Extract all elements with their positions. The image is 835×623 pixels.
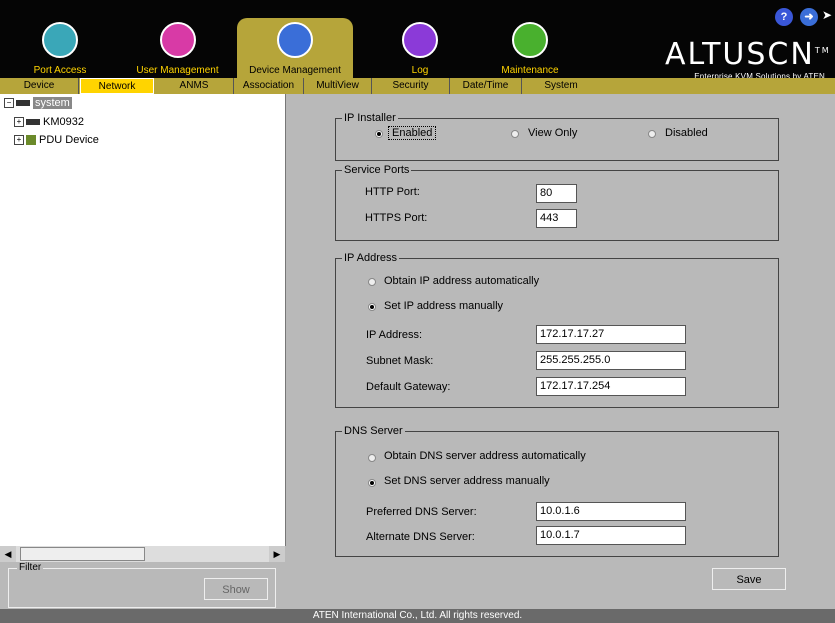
tree-scrollbar[interactable]: ◀ ▶ (0, 546, 285, 562)
save-button[interactable]: Save (712, 568, 786, 590)
ip-auto-radio[interactable] (368, 278, 376, 286)
ip-installer-view-only-label[interactable]: View Only (528, 127, 577, 139)
default-gateway-input[interactable]: 172.17.17.254 (536, 377, 686, 396)
wrench-icon (512, 22, 548, 58)
module-label: Log (411, 65, 429, 76)
help-icon[interactable]: ? (775, 8, 793, 26)
preferred-dns-label: Preferred DNS Server: (366, 506, 477, 518)
alternate-dns-input[interactable]: 10.0.1.7 (536, 526, 686, 545)
brand-logo: ALTUSCNTM Enterprise KVM Solutions by AT… (665, 36, 829, 82)
show-button[interactable]: Show (204, 578, 268, 600)
ip-address-input[interactable]: 172.17.17.27 (536, 325, 686, 344)
module-maintenance[interactable]: Maintenance (485, 0, 575, 78)
ip-auto-label[interactable]: Obtain IP address automatically (384, 275, 539, 287)
service-ports-legend: Service Ports (342, 164, 412, 176)
tab-multiview[interactable]: MultiView (304, 78, 372, 94)
module-label: Maintenance (501, 65, 559, 76)
pdu-icon (26, 135, 36, 146)
dns-server-legend: DNS Server (342, 425, 405, 437)
tab-security[interactable]: Security (372, 78, 450, 94)
module-port-access[interactable]: Port Access (20, 0, 100, 78)
https-port-label: HTTPS Port: (365, 212, 428, 224)
default-gateway-label: Default Gateway: (366, 381, 451, 393)
preferred-dns-input[interactable]: 10.0.1.6 (536, 502, 686, 521)
tab-bar: Device Network ANMS Association MultiVie… (0, 78, 835, 94)
module-label: Port Access (33, 65, 87, 76)
scroll-left-icon[interactable]: ◀ (0, 546, 16, 562)
module-log[interactable]: Log (380, 0, 460, 78)
monitor-hand-icon (42, 22, 78, 58)
ip-installer-view-only-radio[interactable] (511, 130, 519, 138)
footer-copyright: ATEN International Co., Ltd. All rights … (0, 609, 835, 623)
ip-manual-radio[interactable] (368, 303, 376, 311)
http-port-input[interactable]: 80 (536, 184, 577, 203)
ip-installer-enabled-radio[interactable] (375, 130, 383, 138)
scroll-thumb[interactable] (20, 547, 145, 561)
ip-address-legend: IP Address (342, 252, 399, 264)
tree-node-pdu-device[interactable]: + PDU Device (14, 134, 99, 146)
subnet-mask-input[interactable]: 255.255.255.0 (536, 351, 686, 370)
tree-node-system[interactable]: − system (4, 97, 72, 109)
dns-auto-label[interactable]: Obtain DNS server address automatically (384, 450, 586, 462)
module-device-management[interactable]: Device Management (237, 18, 353, 78)
device-gear-icon (277, 22, 313, 58)
cursor-icon: ➤ (822, 8, 833, 22)
tab-device[interactable]: Device (0, 78, 79, 94)
https-port-input[interactable]: 443 (536, 209, 577, 228)
ip-manual-label[interactable]: Set IP address manually (384, 300, 503, 312)
kvm-icon (16, 100, 30, 107)
logout-icon[interactable]: ➜ (800, 8, 818, 26)
ip-installer-disabled-radio[interactable] (648, 130, 656, 138)
device-tree: − system + KM0932 + PDU Device (0, 94, 286, 546)
tab-system[interactable]: System (522, 78, 600, 94)
service-ports-group: Service Ports (335, 164, 779, 241)
collapse-icon[interactable]: − (4, 98, 14, 109)
module-label: User Management (136, 65, 219, 76)
kvm-icon (26, 119, 40, 126)
tab-anms[interactable]: ANMS (155, 78, 234, 94)
ip-installer-enabled-label[interactable]: Enabled (388, 126, 437, 140)
dns-manual-label[interactable]: Set DNS server address manually (384, 475, 550, 487)
expand-icon[interactable]: + (14, 135, 24, 146)
dns-manual-radio[interactable] (368, 479, 376, 487)
tab-association[interactable]: Association (234, 78, 304, 94)
alternate-dns-label: Alternate DNS Server: (366, 531, 475, 543)
http-port-label: HTTP Port: (365, 186, 420, 198)
brand-name: ALTUSCN (665, 37, 815, 72)
ip-address-label: IP Address: (366, 329, 423, 341)
users-icon (159, 22, 196, 58)
ip-installer-disabled-label[interactable]: Disabled (665, 127, 708, 139)
tree-node-label: system (33, 97, 72, 109)
scroll-right-icon[interactable]: ▶ (269, 546, 285, 562)
ip-installer-legend: IP Installer (342, 112, 398, 124)
brand-trademark: TM (814, 46, 831, 55)
tab-network[interactable]: Network (80, 78, 154, 94)
module-user-management[interactable]: User Management (125, 0, 230, 78)
subnet-mask-label: Subnet Mask: (366, 355, 434, 367)
dns-auto-radio[interactable] (368, 454, 376, 462)
tree-node-label: PDU Device (39, 134, 99, 146)
expand-icon[interactable]: + (14, 117, 24, 128)
tree-node-km0932[interactable]: + KM0932 (14, 116, 84, 128)
tab-date-time[interactable]: Date/Time (450, 78, 522, 94)
log-icon (402, 22, 438, 58)
filter-label: Filter (17, 562, 44, 573)
tree-node-label: KM0932 (43, 116, 84, 128)
module-label: Device Management (249, 65, 341, 76)
header-bar: Port Access User Management Device Manag… (0, 0, 835, 82)
